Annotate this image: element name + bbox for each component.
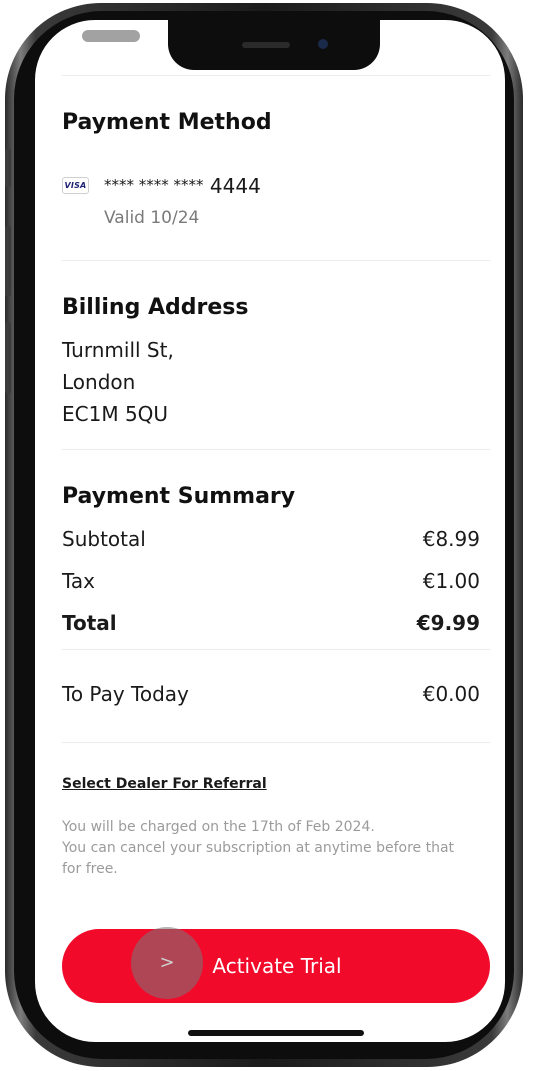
card-last4: 4444 (209, 174, 261, 198)
total-value: €9.99 (416, 611, 480, 635)
touch-indicator: > (131, 927, 203, 999)
divider-top (62, 75, 490, 76)
to-pay-today-label: To Pay Today (62, 682, 189, 706)
charge-notice-line-1: You will be charged on the 17th of Feb 2… (62, 819, 375, 835)
activate-trial-label: Activate Trial (212, 954, 342, 978)
select-dealer-referral-link[interactable]: Select Dealer For Referral (62, 776, 267, 792)
status-bar-fragment (82, 30, 140, 42)
divider-billing-address (62, 449, 490, 450)
charge-notice-line-2: You can cancel your subscription at anyt… (62, 840, 455, 856)
visa-card-icon: VISA (62, 177, 89, 194)
address-line-2: London (62, 370, 136, 394)
divider-to-pay (62, 742, 490, 743)
total-label: Total (62, 611, 117, 635)
payment-summary-title: Payment Summary (62, 484, 296, 509)
notch (168, 20, 380, 70)
to-pay-today-value: €0.00 (422, 682, 480, 706)
card-valid-date: Valid 10/24 (104, 208, 200, 228)
card-number: **** **** **** 4444 (104, 171, 261, 203)
subtotal-value: €8.99 (422, 527, 480, 551)
billing-address-title: Billing Address (62, 295, 249, 320)
activate-trial-button[interactable]: Activate Trial (62, 929, 490, 1003)
home-indicator[interactable] (188, 1030, 364, 1036)
divider-total (62, 649, 490, 650)
tax-value: €1.00 (422, 569, 480, 593)
charge-notice-line-3: for free. (62, 861, 118, 877)
speaker-grille (242, 42, 290, 48)
volume-down-button (5, 322, 11, 394)
payment-method-title: Payment Method (62, 110, 272, 135)
address-line-1: Turnmill St, (62, 338, 174, 362)
address-line-3: EC1M 5QU (62, 402, 169, 426)
tax-label: Tax (62, 569, 95, 593)
subtotal-label: Subtotal (62, 527, 146, 551)
front-camera-icon (318, 39, 328, 49)
mute-switch (5, 148, 11, 188)
volume-up-button (5, 225, 11, 297)
card-mask: **** **** **** (104, 176, 204, 194)
divider-payment-method (62, 260, 490, 261)
